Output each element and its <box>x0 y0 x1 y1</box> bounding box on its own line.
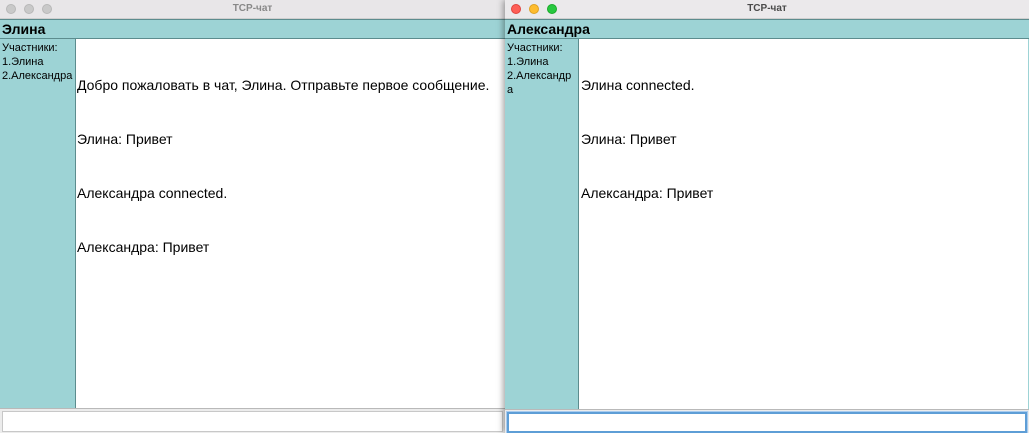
participants-label: Участники: <box>2 42 58 54</box>
participants-label: Участники: <box>507 42 563 54</box>
participants-sidebar: Участники: 1.Элина 2.Александра <box>0 39 76 408</box>
participants-sidebar: Участники: 1.Элина 2.Александра <box>505 39 579 409</box>
chat-message: Александра connected. <box>77 185 228 201</box>
participant-item: 2.Александра <box>507 70 572 96</box>
chat-window-aleksandra: TCP-чат Александра Участники: 1.Элина 2.… <box>505 0 1029 433</box>
chat-message: Александра: Привет <box>77 239 210 255</box>
chat-window-elina: TCP-чат Элина Участники: 1.Элина 2.Алекс… <box>0 0 505 433</box>
chat-log[interactable]: Добро пожаловать в чат, Элина. Отправьте… <box>76 39 505 408</box>
chat-message: Элина: Привет <box>581 131 677 147</box>
message-input[interactable] <box>507 412 1027 433</box>
participant-item: 1.Элина <box>2 56 44 68</box>
current-user-header: Александра <box>505 19 1029 39</box>
participant-item: 2.Александра <box>2 70 73 82</box>
participant-item: 1.Элина <box>507 56 549 68</box>
message-input[interactable] <box>2 411 503 432</box>
message-input-area <box>505 409 1029 433</box>
chat-message: Добро пожаловать в чат, Элина. Отправьте… <box>77 77 490 93</box>
chat-log[interactable]: Элина connected. Элина: Привет Александр… <box>579 39 1029 409</box>
chat-message: Элина connected. <box>581 77 695 93</box>
chat-message: Александра: Привет <box>581 185 714 201</box>
chat-message: Элина: Привет <box>77 131 173 147</box>
window-title: TCP-чат <box>747 3 787 14</box>
message-input-area <box>0 408 505 433</box>
title-bar[interactable]: TCP-чат <box>0 0 505 19</box>
current-user-header: Элина <box>0 19 505 39</box>
title-bar[interactable]: TCP-чат <box>505 0 1029 19</box>
window-title: TCP-чат <box>232 3 273 14</box>
